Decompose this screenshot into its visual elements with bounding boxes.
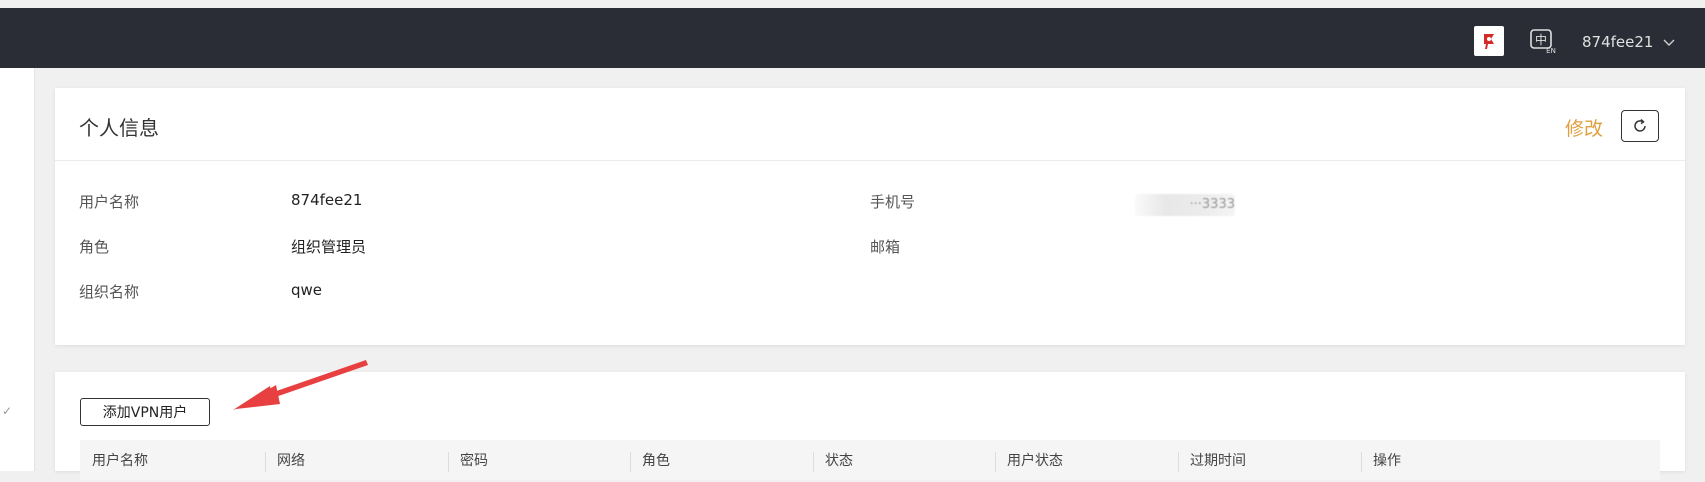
profile-card: 个人信息 修改 用户名称 874fee21 角色 组织管理员 组织名称 qwe …: [55, 88, 1685, 345]
column-header-role[interactable]: 角色: [630, 440, 813, 480]
flag-icon[interactable]: [1474, 26, 1504, 56]
column-header-username[interactable]: 用户名称: [80, 440, 265, 480]
username-value: 874fee21: [291, 191, 363, 209]
column-header-status[interactable]: 状态: [813, 440, 995, 480]
add-vpn-user-button[interactable]: 添加VPN用户: [80, 398, 210, 426]
vpn-table-header: 用户名称 网络 密码 角色 状态 用户状态 过期时间 操作: [80, 440, 1660, 480]
column-header-user-status[interactable]: 用户状态: [995, 440, 1178, 480]
refresh-button[interactable]: [1621, 110, 1659, 142]
user-menu[interactable]: 874fee21: [1582, 28, 1675, 56]
email-label: 邮箱: [870, 238, 901, 256]
language-switch-icon[interactable]: 中 EN: [1530, 28, 1558, 55]
language-label: 中: [1535, 32, 1547, 47]
language-sub-label: EN: [1546, 47, 1556, 54]
column-header-actions[interactable]: 操作: [1361, 440, 1660, 480]
phone-value-redacted: ···3333: [1135, 194, 1235, 216]
column-header-password[interactable]: 密码: [448, 440, 630, 480]
profile-card-header: 个人信息 修改: [55, 88, 1685, 161]
username-label: 用户名称: [79, 193, 140, 211]
org-name-value: qwe: [291, 281, 323, 299]
check-icon: ✓: [2, 404, 13, 418]
refresh-icon: [1634, 118, 1646, 132]
profile-title: 个人信息: [79, 116, 159, 140]
role-label: 角色: [79, 238, 110, 256]
column-header-expiry-time[interactable]: 过期时间: [1178, 440, 1361, 480]
vpn-users-card: 添加VPN用户 用户名称 网络 密码 角色 状态 用户状态 过期时间 操作: [55, 372, 1685, 480]
top-navigation-bar: 中 EN 874fee21: [0, 8, 1705, 68]
column-header-network[interactable]: 网络: [265, 440, 448, 480]
phone-label: 手机号: [870, 193, 916, 211]
edit-button[interactable]: 修改: [1565, 114, 1603, 141]
chevron-down-icon: [1663, 33, 1675, 51]
role-value: 组织管理员: [291, 238, 367, 256]
sidebar: ✓: [0, 68, 35, 471]
header-username: 874fee21: [1582, 33, 1654, 51]
org-name-label: 组织名称: [79, 283, 140, 301]
